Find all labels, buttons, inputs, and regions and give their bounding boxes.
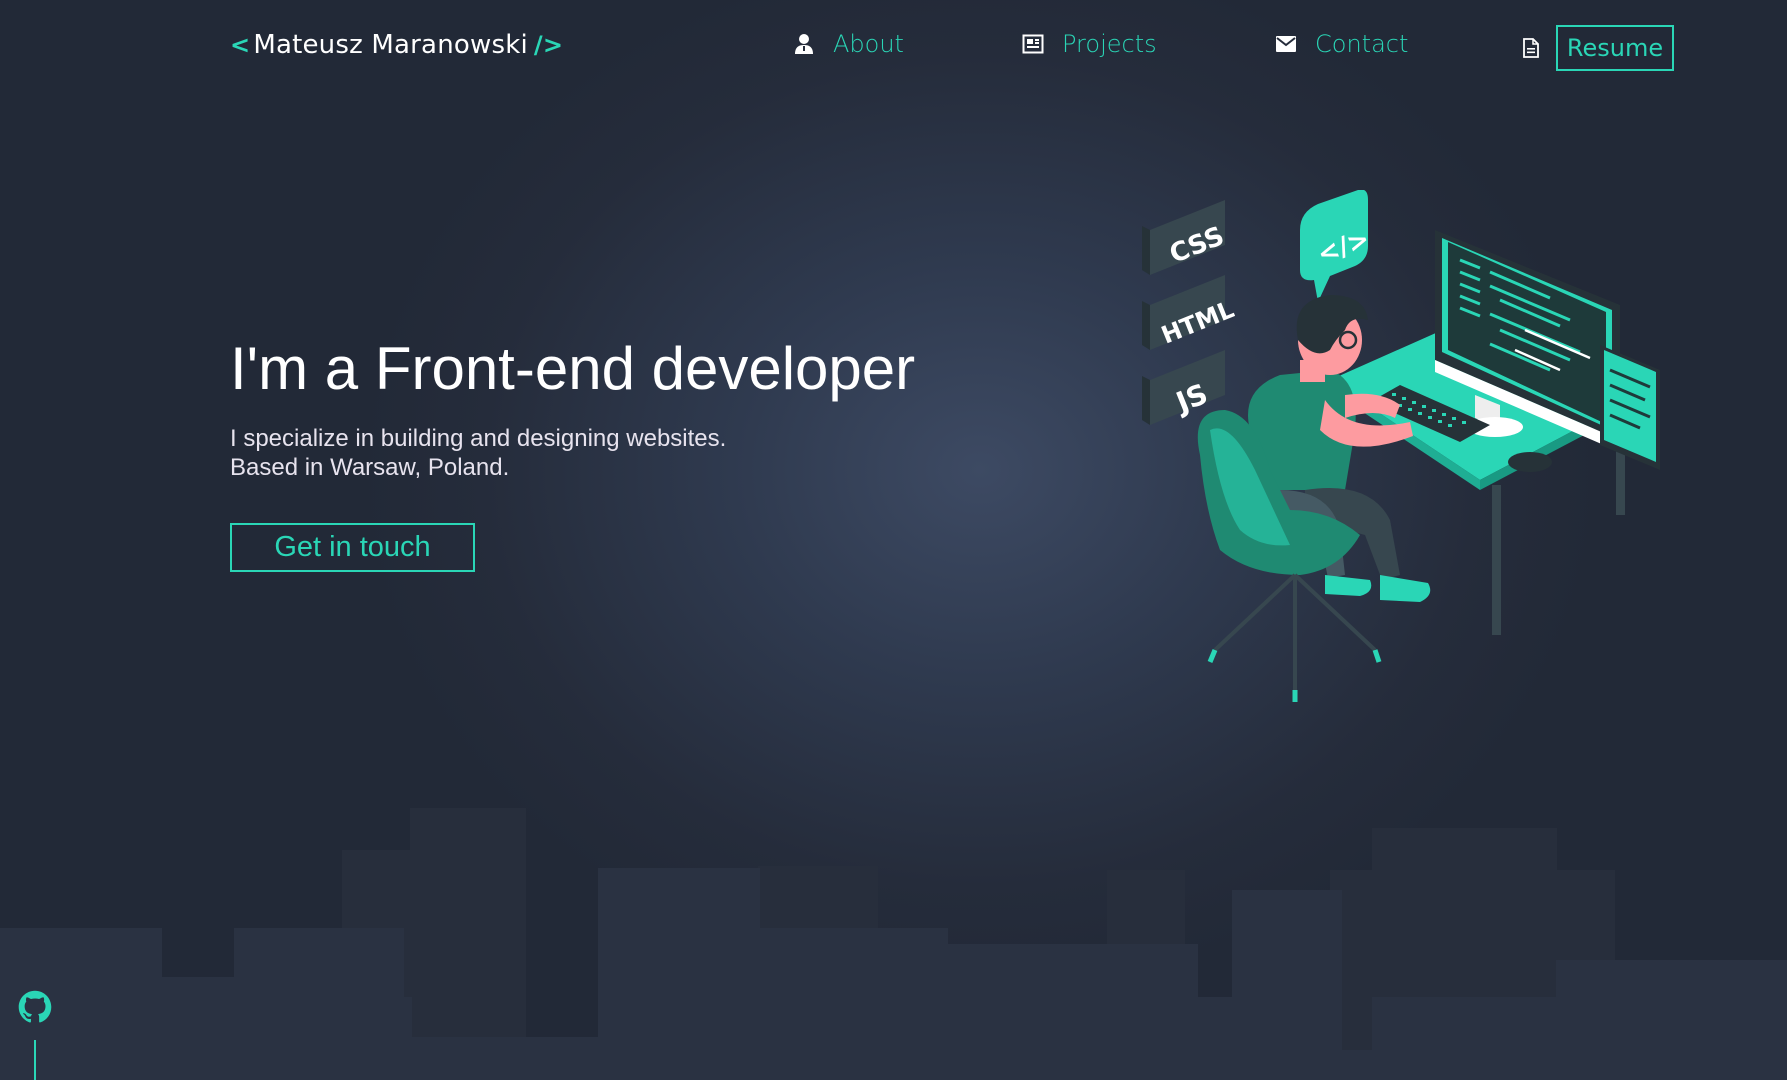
person-icon bbox=[793, 33, 815, 55]
hero-title: I'm a Front-end developer bbox=[230, 335, 916, 402]
hero-subtitle: I specialize in building and designing w… bbox=[230, 424, 726, 482]
brand-name: Mateusz Maranowski bbox=[253, 30, 528, 60]
nav-item-contact[interactable]: Contact bbox=[1275, 30, 1408, 58]
tech-tag-css: CSS bbox=[1142, 200, 1229, 275]
developer-illustration: CSS HTML JS </> bbox=[1142, 190, 1660, 702]
tech-tag-html: HTML bbox=[1142, 275, 1238, 350]
newspaper-icon bbox=[1022, 33, 1044, 55]
document-icon bbox=[1522, 38, 1540, 58]
code-badge: </> bbox=[1300, 190, 1374, 302]
github-icon[interactable] bbox=[18, 990, 52, 1024]
nav-label-about: About bbox=[833, 30, 904, 58]
brand-logo[interactable]: < Mateusz Maranowski /> bbox=[230, 30, 563, 60]
get-in-touch-button[interactable]: Get in touch bbox=[230, 523, 475, 572]
resume-button[interactable]: Resume bbox=[1556, 25, 1674, 71]
nav-label-contact: Contact bbox=[1315, 30, 1409, 58]
brand-open-bracket: < bbox=[230, 31, 251, 59]
hero-subtitle-line-1: I specialize in building and designing w… bbox=[230, 425, 727, 452]
nav-label-projects: Projects bbox=[1062, 30, 1157, 58]
envelope-icon bbox=[1275, 33, 1297, 55]
hero-subtitle-line-2: Based in Warsaw, Poland. bbox=[230, 454, 510, 481]
top-navigation: < Mateusz Maranowski /> About Projects C… bbox=[0, 0, 1787, 96]
nav-item-projects[interactable]: Projects bbox=[1022, 30, 1157, 58]
brand-close-bracket: /> bbox=[533, 31, 564, 59]
nav-item-about[interactable]: About bbox=[793, 30, 904, 58]
side-decor-line bbox=[34, 1040, 36, 1080]
